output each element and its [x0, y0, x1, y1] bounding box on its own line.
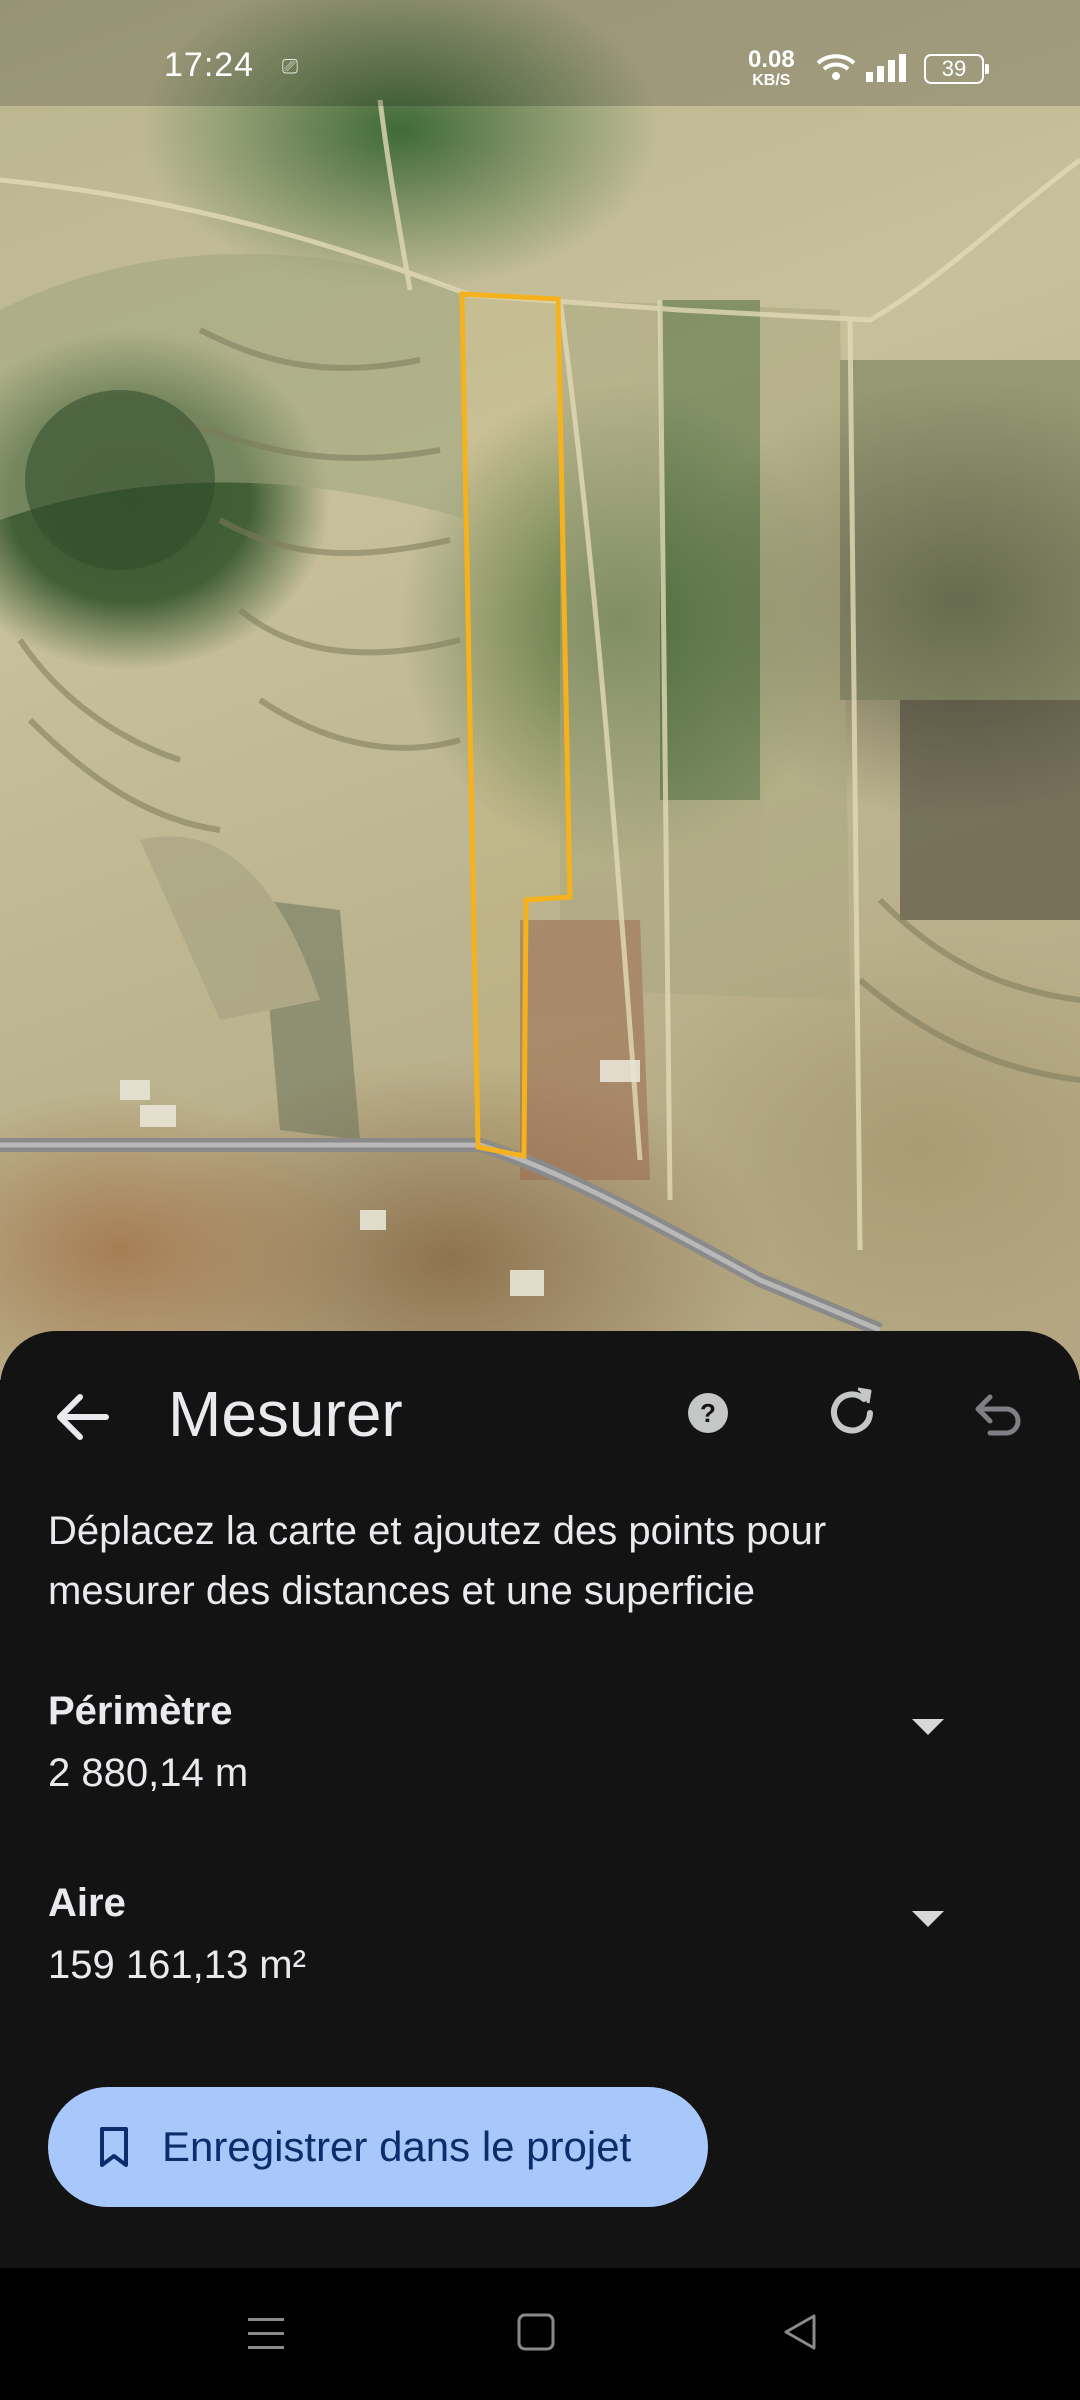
measure-sheet: Mesurer ? Déplacez la carte et ajoutez d… — [0, 1331, 1080, 2268]
status-bar: 17:24 ⎚ 0.08 KB/S 39 — [0, 0, 1080, 106]
area-label: Aire — [48, 1881, 126, 1925]
help-button[interactable]: ? — [686, 1391, 730, 1435]
system-back-button[interactable] — [780, 2312, 820, 2357]
battery-icon: 39 — [924, 54, 989, 84]
network-speed: 0.08 KB/S — [748, 48, 795, 89]
map-features — [0, 99, 1080, 1337]
help-icon: ? — [688, 1393, 728, 1433]
arrow-back-icon — [57, 1394, 109, 1440]
refresh-button[interactable] — [822, 1383, 882, 1443]
bookmark-icon — [96, 2125, 132, 2174]
dropdown-arrow-icon[interactable] — [912, 1719, 944, 1735]
network-speed-value: 0.08 — [748, 46, 795, 73]
refresh-icon — [831, 1387, 873, 1434]
satellite-map[interactable] — [0, 0, 1080, 1380]
cast-icon: ⎚ — [282, 56, 298, 78]
back-triangle-icon — [784, 2314, 816, 2350]
sheet-title: Mesurer — [168, 1378, 403, 1450]
wifi-icon — [816, 52, 856, 87]
status-time: 17:24 — [164, 46, 255, 84]
area-value: 159 161,13 m² — [48, 1943, 306, 1987]
perimeter-value: 2 880,14 m — [48, 1751, 249, 1795]
back-button[interactable] — [50, 1383, 118, 1451]
perimeter-label: Périmètre — [48, 1689, 233, 1733]
save-to-project-button[interactable]: Enregistrer dans le projet — [48, 2087, 708, 2207]
area-row[interactable]: Aire 159 161,13 m² — [48, 1881, 988, 2001]
save-to-project-label: Enregistrer dans le projet — [162, 2123, 632, 2170]
undo-icon — [975, 1394, 1021, 1436]
network-speed-unit: KB/S — [752, 72, 791, 89]
recent-apps-button[interactable] — [246, 2316, 286, 2357]
home-button[interactable] — [516, 2312, 556, 2357]
svg-text:?: ? — [700, 1398, 716, 1428]
undo-button[interactable] — [966, 1385, 1026, 1445]
perimeter-row[interactable]: Périmètre 2 880,14 m — [48, 1689, 988, 1809]
dropdown-arrow-icon[interactable] — [912, 1911, 944, 1927]
home-square-icon — [517, 2313, 555, 2351]
instructions-text: Déplacez la carte et ajoutez des points … — [48, 1509, 827, 1613]
menu-icon — [248, 2318, 284, 2349]
signal-icon — [864, 52, 910, 87]
system-nav-bar — [0, 2268, 1080, 2400]
